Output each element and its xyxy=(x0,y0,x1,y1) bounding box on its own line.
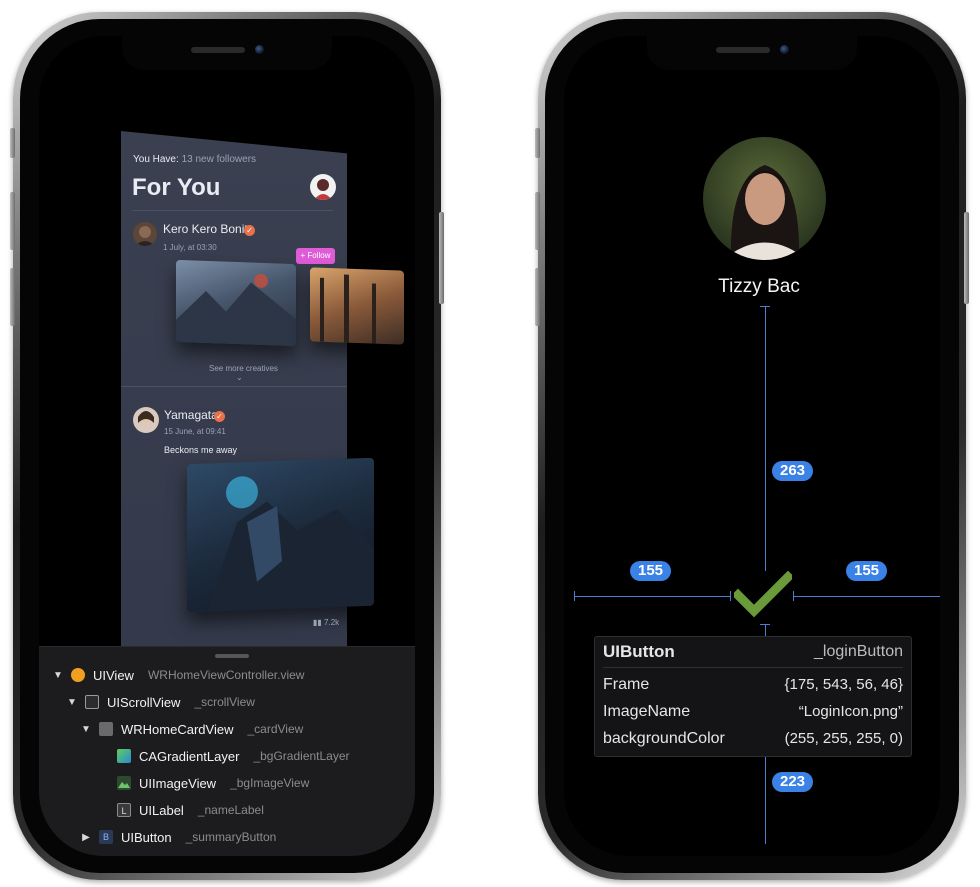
feed-title: For You xyxy=(132,174,221,201)
top-measure-cap xyxy=(760,306,770,307)
disclosure-triangle-right-icon[interactable]: ▶ xyxy=(81,832,91,843)
imageview-icon xyxy=(117,776,131,790)
inspector-row: Frame {175, 543, 56, 46} xyxy=(603,676,903,693)
post-author-avatar[interactable] xyxy=(133,407,159,433)
top-distance-badge: 263 xyxy=(772,461,814,481)
current-user-avatar[interactable] xyxy=(310,174,336,200)
right-measure-cap-inner xyxy=(793,591,794,601)
post-image-card-secondary[interactable] xyxy=(310,267,404,345)
volume-down-button xyxy=(535,268,540,326)
hierarchy-row[interactable]: ▼ UIView WRHomeViewController.view xyxy=(53,665,304,685)
right-distance-badge: 155 xyxy=(846,561,888,581)
notch xyxy=(647,36,857,70)
post-text: Beckons me away xyxy=(164,445,238,455)
hierarchy-row[interactable]: ▼ UIImageView _bgImageView xyxy=(99,773,309,793)
post-image-card-large[interactable] xyxy=(187,457,374,613)
notch xyxy=(122,36,332,70)
disclosure-triangle-icon[interactable]: ▼ xyxy=(53,670,63,681)
checkmark-icon[interactable] xyxy=(734,571,792,619)
left-measure-cap xyxy=(574,591,575,601)
post-image-card[interactable] xyxy=(176,259,296,347)
post-author-name: Yamagata xyxy=(164,408,218,422)
left-phone-screen: You Have: 13 new followers For You Kero … xyxy=(39,36,415,856)
profile-avatar[interactable] xyxy=(703,137,826,260)
view-count: ▮▮ 7.2k xyxy=(313,618,340,627)
inspector-panel: UIButton _loginButton Frame {175, 543, 5… xyxy=(594,636,912,757)
volume-up-button xyxy=(10,192,15,250)
chevron-down-icon[interactable]: ⌄ xyxy=(236,373,243,382)
verified-icon: ✓ xyxy=(244,225,255,236)
bottom-measure-cap xyxy=(760,624,770,625)
inspector-header: UIButton _loginButton xyxy=(595,639,911,665)
hierarchy-row[interactable]: ▼ CAGradientLayer _bgGradientLayer xyxy=(99,746,350,766)
right-phone-screen: Tizzy Bac 263 155 155 223 UIButton _logi… xyxy=(564,36,940,856)
profile-name: Tizzy Bac xyxy=(718,276,800,297)
power-button xyxy=(439,212,444,304)
right-phone-frame: Tizzy Bac 263 155 155 223 UIButton _logi… xyxy=(535,12,969,880)
post-author-name: Kero Kero Bonito xyxy=(163,222,255,236)
hierarchy-row[interactable]: ▼ WRHomeCardView _cardView xyxy=(81,719,303,739)
hierarchy-row[interactable]: ▶ B UIButton _summaryButton xyxy=(81,827,276,847)
inspector-variable-name: _loginButton xyxy=(814,643,903,660)
see-more-link[interactable]: See more creatives xyxy=(209,364,278,373)
drag-handle[interactable] xyxy=(215,654,249,658)
left-measure-cap-inner xyxy=(730,591,731,601)
post-date: 15 June, at 09:41 xyxy=(164,427,226,436)
right-measure-line xyxy=(793,596,940,597)
volume-down-button xyxy=(10,268,15,326)
view-icon xyxy=(71,668,85,682)
left-phone-frame: You Have: 13 new followers For You Kero … xyxy=(10,12,444,880)
hierarchy-row[interactable]: ▼ UIScrollView _scrollView xyxy=(67,692,255,712)
post-author-avatar[interactable] xyxy=(133,222,157,246)
inspector-row: ImageName “LoginIcon.png” xyxy=(603,703,903,720)
mute-switch xyxy=(535,128,540,158)
verified-icon: ✓ xyxy=(214,411,225,422)
layer-icon xyxy=(117,749,131,763)
bottom-distance-badge: 223 xyxy=(772,772,814,792)
button-icon: B xyxy=(99,830,113,844)
followers-text: 13 new followers xyxy=(181,154,257,165)
cardview-icon xyxy=(99,722,113,736)
top-measure-line xyxy=(765,306,766,571)
post-divider xyxy=(121,386,347,387)
speaker-grille xyxy=(191,47,245,53)
front-camera-icon xyxy=(780,45,789,54)
header-divider xyxy=(132,210,333,211)
hierarchy-row[interactable]: ▼ L UILabel _nameLabel xyxy=(99,800,264,820)
scrollview-icon xyxy=(85,695,99,709)
follow-button[interactable]: + Follow xyxy=(296,248,335,264)
left-distance-badge: 155 xyxy=(630,561,672,581)
front-camera-icon xyxy=(255,45,264,54)
stats-icon: ▮▮ xyxy=(313,618,322,627)
inspector-row: backgroundColor (255, 255, 255, 0) xyxy=(603,730,903,747)
mute-switch xyxy=(10,128,15,158)
inspector-class-name: UIButton xyxy=(603,642,675,661)
volume-up-button xyxy=(535,192,540,250)
view-hierarchy-panel: ▼ UIView WRHomeViewController.view ▼ UIS… xyxy=(39,646,415,856)
post-date: 1 July, at 03:30 xyxy=(163,243,217,252)
disclosure-triangle-icon[interactable]: ▼ xyxy=(67,697,77,708)
label-icon: L xyxy=(117,803,131,817)
inspector-divider xyxy=(603,667,903,668)
speaker-grille xyxy=(716,47,770,53)
left-measure-line xyxy=(574,596,730,597)
you-have-label: You Have: 13 new followers xyxy=(133,154,257,165)
power-button xyxy=(964,212,969,304)
disclosure-triangle-icon[interactable]: ▼ xyxy=(81,724,91,735)
